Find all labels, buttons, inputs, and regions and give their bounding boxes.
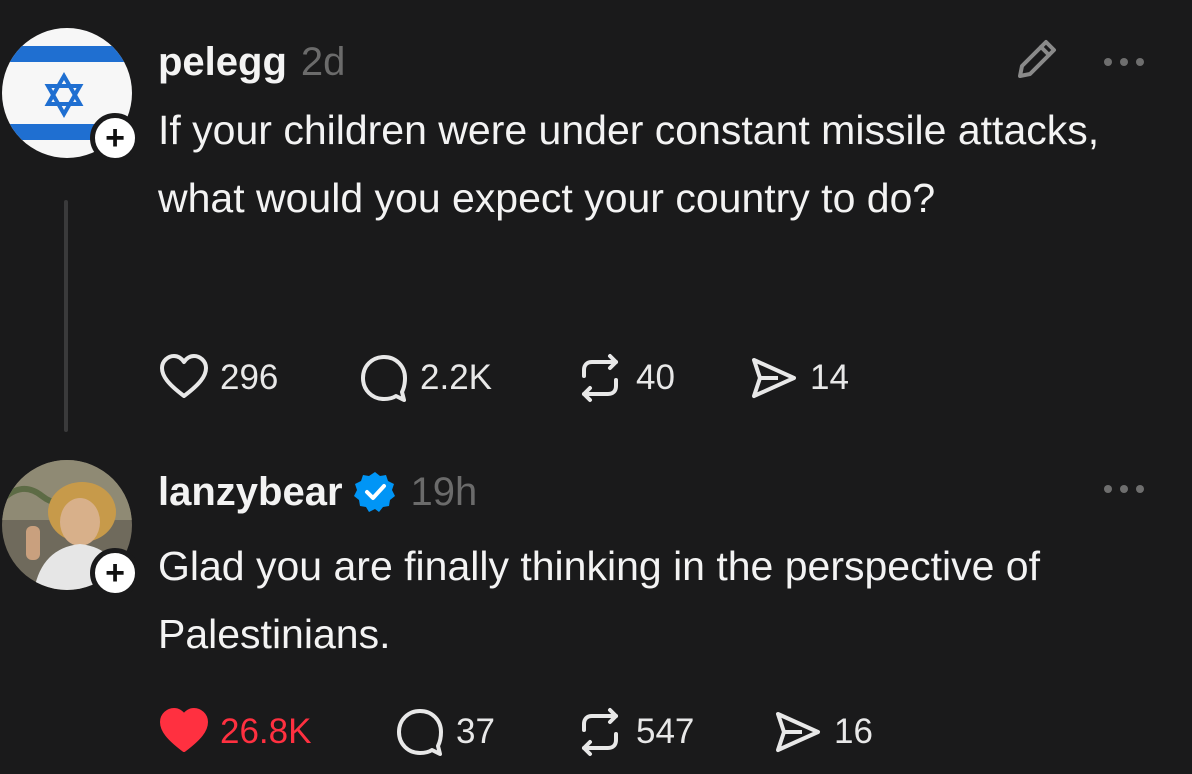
share-count: 16 <box>834 712 873 751</box>
share-icon <box>752 358 796 398</box>
heart-icon <box>160 354 208 398</box>
like-button[interactable]: 26.8K <box>158 706 394 758</box>
reply-count: 37 <box>456 712 495 751</box>
repost-count: 40 <box>636 358 675 397</box>
heart-icon <box>160 708 208 752</box>
post-time: 19h <box>410 470 478 514</box>
thread-post: + pelegg 2d If your children were under … <box>0 0 1192 440</box>
post-text: Glad you are finally thinking in the per… <box>158 543 1041 657</box>
share-button[interactable]: 14 <box>748 352 849 404</box>
like-count: 296 <box>220 358 279 397</box>
follow-plus-icon[interactable]: + <box>90 113 140 163</box>
post-actions: 296 2.2K 40 14 <box>158 352 849 404</box>
more-icon[interactable] <box>1104 482 1154 496</box>
reply-post: + lanzybear 19h Glad you are finally thi… <box>0 440 1192 774</box>
share-button[interactable]: 16 <box>772 706 873 758</box>
share-icon <box>776 712 820 752</box>
post-header: lanzybear 19h <box>158 468 477 516</box>
thread-connector <box>64 200 68 432</box>
repost-button[interactable]: 547 <box>574 706 772 758</box>
post-header: pelegg 2d <box>158 38 345 86</box>
repost-icon <box>582 354 618 402</box>
edit-icon[interactable] <box>1008 32 1064 88</box>
comment-icon <box>397 709 443 756</box>
repost-button[interactable]: 40 <box>574 352 748 404</box>
more-icon[interactable] <box>1104 55 1154 69</box>
repost-icon <box>582 708 618 756</box>
comment-icon <box>361 355 407 402</box>
repost-count: 547 <box>636 712 695 751</box>
reply-count: 2.2K <box>420 358 492 397</box>
post-actions: 26.8K 37 547 16 <box>158 706 873 758</box>
username[interactable]: pelegg <box>158 38 287 86</box>
follow-plus-icon[interactable]: + <box>90 548 140 598</box>
like-button[interactable]: 296 <box>158 352 358 404</box>
post-time: 2d <box>300 40 346 84</box>
username[interactable]: lanzybear <box>158 468 343 516</box>
post-text: If your children were under constant mis… <box>158 107 1100 221</box>
reply-button[interactable]: 2.2K <box>358 352 574 404</box>
like-count: 26.8K <box>220 712 312 751</box>
verified-badge-icon <box>353 472 395 512</box>
reply-button[interactable]: 37 <box>394 706 574 758</box>
share-count: 14 <box>810 358 849 397</box>
